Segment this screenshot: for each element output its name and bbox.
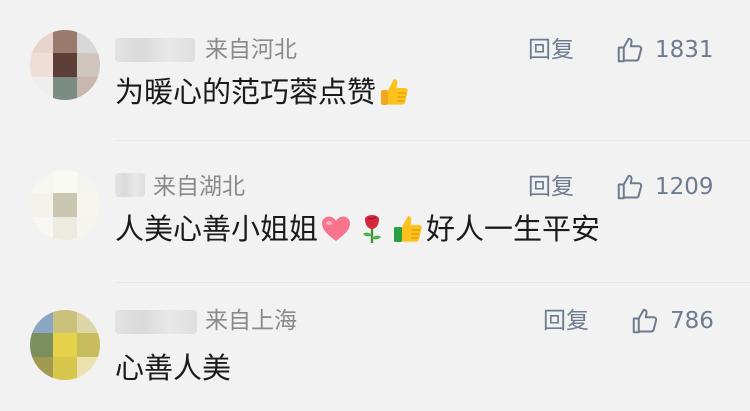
comment-text: 人美心善小姐姐 好人一生平安 [115,209,600,249]
thumbs-up-icon [632,308,658,334]
heart-icon [322,216,351,241]
comment-text: 心善人美 [115,348,231,388]
user-name[interactable] [115,173,145,197]
comment-text-part: 心善人美 [115,351,232,385]
rose-icon [363,215,382,243]
reply-button[interactable]: 回复 [543,306,589,336]
reply-button[interactable]: 回复 [528,172,574,202]
comment-item: 来自河北 回复 1831 为暖心的范巧蓉点赞 [0,0,750,130]
reply-button[interactable]: 回复 [528,35,574,65]
thumbs-up-icon [617,174,643,200]
user-name[interactable] [115,38,195,62]
thumbs-up-icon [381,79,408,105]
comment-item: 来自上海 回复 786 心善人美 [0,282,750,411]
avatar[interactable] [30,310,100,380]
comment-text: 为暖心的范巧蓉点赞 [115,72,412,112]
like-count: 1209 [655,174,714,200]
comment-item: 来自湖北 回复 1209 人美心善小姐姐 好人一生平安 [0,140,750,280]
location-label: 来自上海 [205,308,297,334]
location-label: 来自河北 [205,37,297,63]
avatar[interactable] [30,170,100,240]
like-count: 1831 [655,37,714,63]
like-button[interactable]: 1209 [615,172,714,202]
comment-text-part: 好人一生平安 [426,212,601,246]
thumbs-up-icon [617,37,643,63]
avatar[interactable] [30,30,100,100]
like-button[interactable]: 786 [630,306,714,336]
location-label: 来自湖北 [153,174,245,200]
thumbs-up-icon [394,216,422,242]
user-name[interactable] [115,310,197,334]
comment-text-part: 为暖心的范巧蓉点赞 [115,75,377,109]
like-button[interactable]: 1831 [615,35,714,65]
comment-text-part: 人美心善小姐姐 [115,212,319,246]
like-count: 786 [670,308,714,334]
